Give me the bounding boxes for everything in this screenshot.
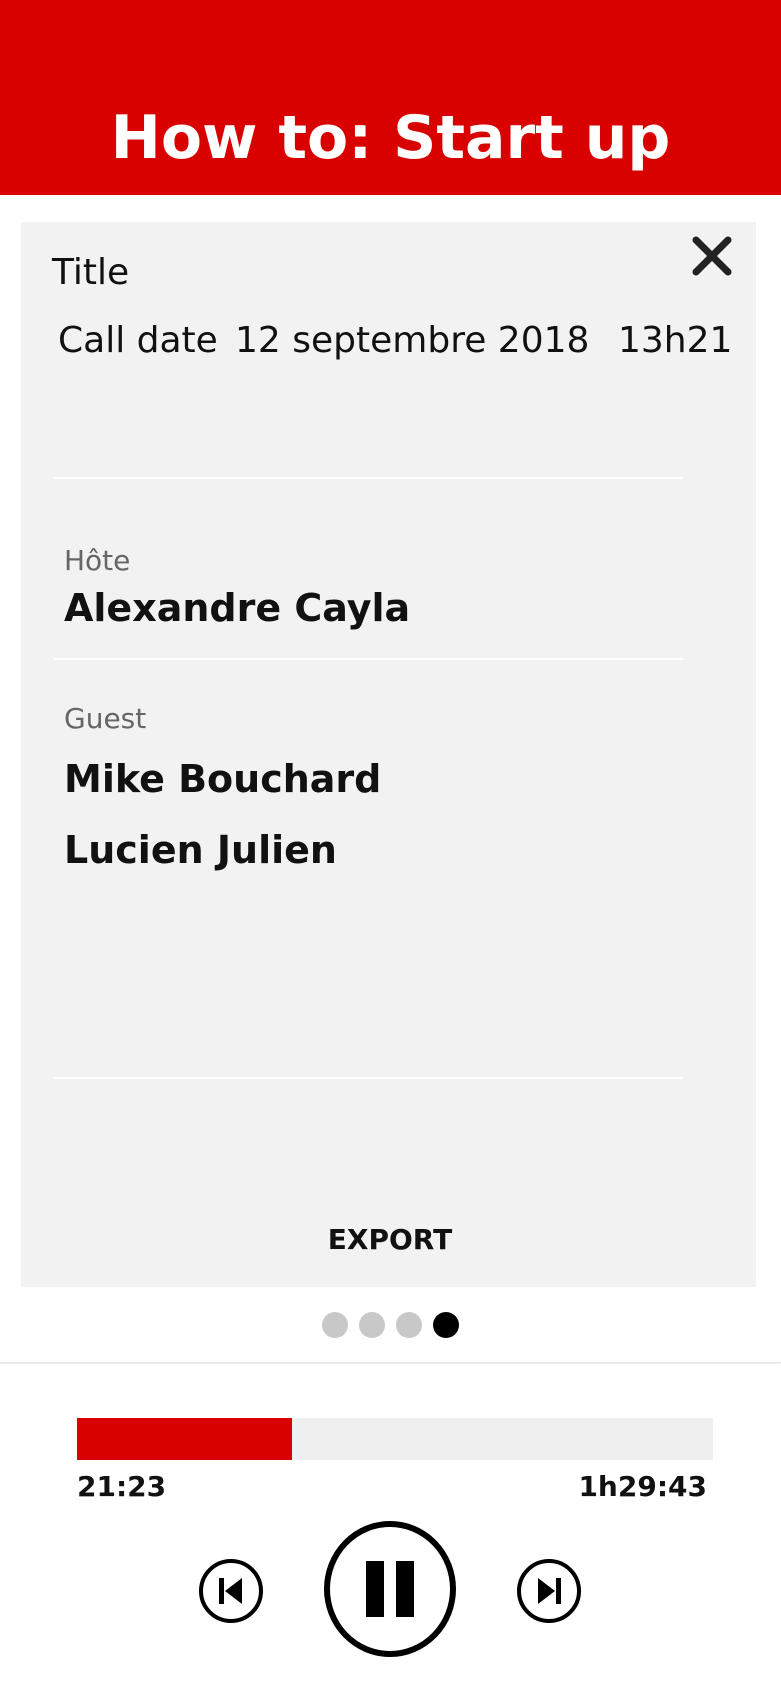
divider [54,477,683,479]
page-title: How to: Start up [110,103,671,173]
skip-previous-icon [199,1559,263,1623]
close-icon [692,236,732,276]
call-time-value: 13h21 [618,320,733,361]
progress-bar[interactable] [77,1418,713,1460]
guest-name: Mike Bouchard [64,757,382,801]
call-date-label: Call date [58,320,218,361]
host-name: Alexandre Cayla [64,586,411,630]
guest-name: Lucien Julien [64,828,337,872]
page-dot[interactable] [359,1312,385,1338]
export-button[interactable]: EXPORT [300,1220,480,1260]
call-details-card [21,222,756,1287]
page-dot[interactable] [322,1312,348,1338]
total-time: 1h29:43 [578,1470,707,1503]
next-button[interactable] [516,1558,582,1624]
guest-label: Guest [64,702,147,735]
title-label: Title [52,252,130,293]
divider [54,658,683,660]
player-divider [0,1362,781,1365]
pause-button[interactable] [323,1520,457,1658]
skip-next-icon [517,1559,581,1623]
page-dot[interactable] [396,1312,422,1338]
app-header: How to: Start up [0,0,781,195]
page-dot-active[interactable] [433,1312,459,1338]
pause-icon [324,1521,456,1657]
call-date-value: 12 septembre 2018 [235,320,590,361]
previous-button[interactable] [198,1558,264,1624]
elapsed-time: 21:23 [77,1470,167,1503]
close-button[interactable] [690,234,734,278]
host-label: Hôte [64,544,131,577]
page-indicator [322,1312,462,1338]
progress-fill [77,1418,292,1460]
divider [54,1077,683,1079]
